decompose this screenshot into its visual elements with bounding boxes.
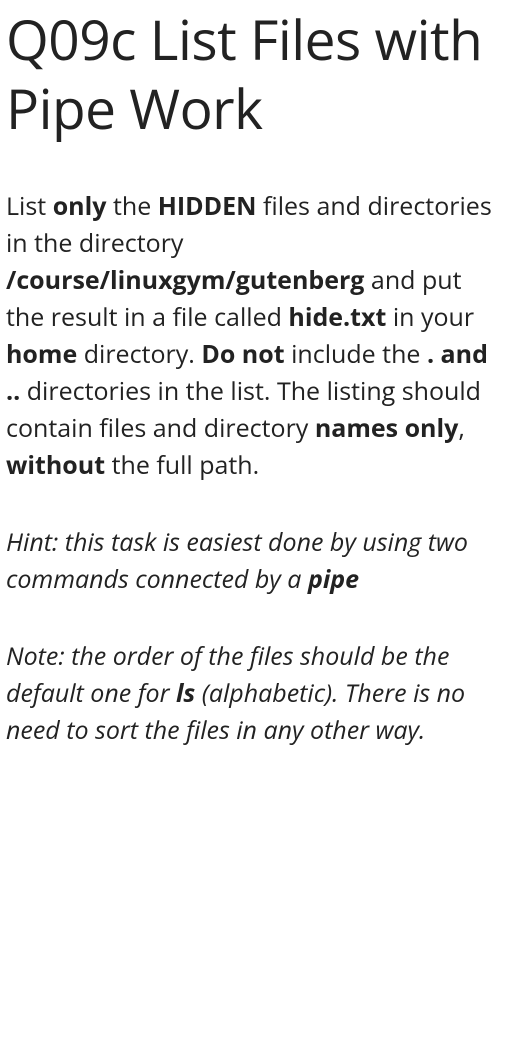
text: the	[106, 189, 157, 223]
hint-paragraph: Hint: this task is easiest done by using…	[6, 524, 500, 598]
bold-donot: Do not	[201, 337, 284, 371]
bold-hidden: HIDDEN	[158, 189, 257, 223]
text: the full path.	[105, 448, 259, 482]
bold-only: only	[53, 189, 107, 223]
bold-path: /course/linuxgym/gutenberg	[6, 263, 364, 297]
bold-pipe: pipe	[308, 562, 359, 596]
instruction-paragraph: List only the HIDDEN files and directori…	[6, 188, 500, 484]
text: include the	[285, 337, 427, 371]
text: in your	[386, 300, 474, 334]
bold-ls: ls	[176, 676, 195, 710]
note-paragraph: Note: the order of the files should be t…	[6, 638, 500, 749]
text: directory.	[77, 337, 201, 371]
document-page: Q09c List Files with Pipe Work List only…	[0, 0, 506, 779]
bold-home: home	[6, 337, 77, 371]
bold-namesonly: names only	[315, 411, 459, 445]
bold-hidetxt: hide.txt	[288, 300, 386, 334]
text: ,	[458, 411, 464, 445]
text: List	[6, 189, 53, 223]
text: Hint: this task is easiest done by using…	[6, 525, 468, 596]
bold-without: without	[6, 448, 105, 482]
page-title: Q09c List Files with Pipe Work	[6, 6, 500, 144]
